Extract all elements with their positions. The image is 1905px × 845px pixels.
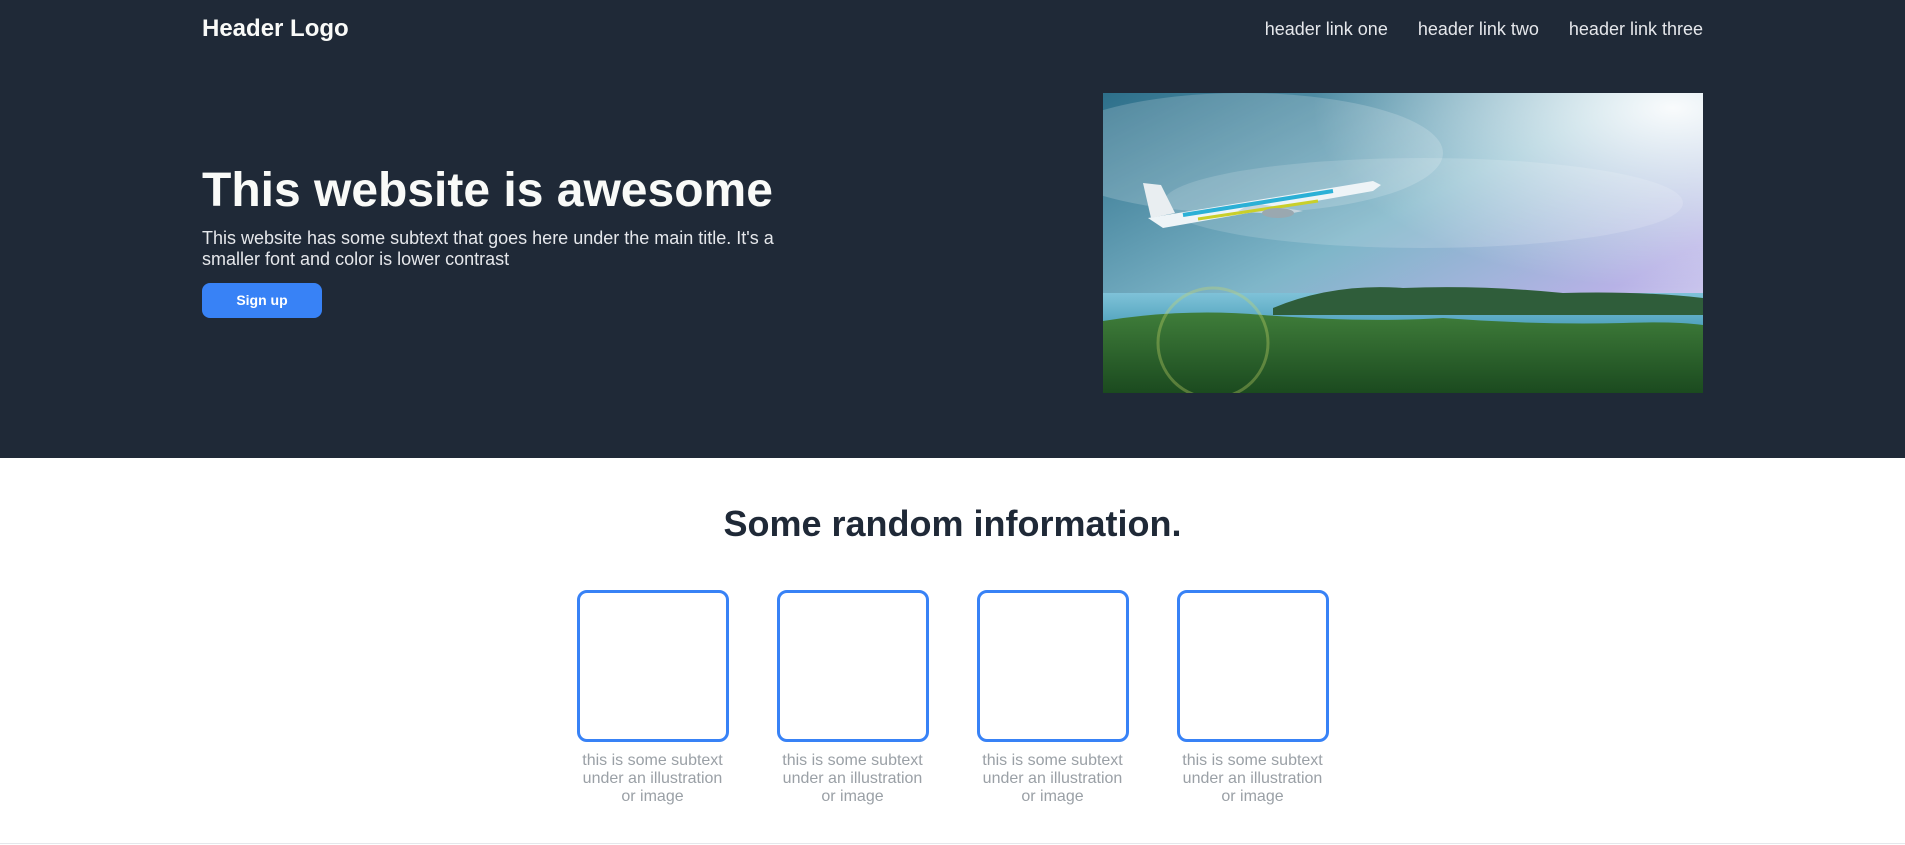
card-subtext: this is some subtext under an illustrati… — [582, 752, 723, 805]
header-link-two[interactable]: header link two — [1418, 19, 1539, 40]
header-logo[interactable]: Header Logo — [202, 15, 349, 43]
illustration-placeholder — [1176, 590, 1329, 742]
hero-subtitle: This website has some subtext that goes … — [202, 227, 774, 270]
cards-row: this is some subtext under an illustrati… — [0, 590, 1905, 806]
info-card: this is some subtext under an illustrati… — [976, 590, 1129, 806]
header: Header Logo header link one header link … — [202, 0, 1703, 58]
header-link-three[interactable]: header link three — [1569, 19, 1703, 40]
hero-image — [1103, 93, 1703, 393]
info-card: this is some subtext under an illustrati… — [576, 590, 729, 806]
info-section: Some random information. this is some su… — [0, 458, 1905, 806]
signup-button[interactable]: Sign up — [202, 282, 322, 318]
airplane-photo — [1103, 93, 1703, 393]
illustration-placeholder — [976, 590, 1129, 742]
info-card: this is some subtext under an illustrati… — [1176, 590, 1329, 806]
hero-section: Header Logo header link one header link … — [0, 0, 1905, 458]
info-title: Some random information. — [723, 503, 1182, 544]
card-subtext: this is some subtext under an illustrati… — [982, 752, 1123, 805]
illustration-placeholder — [776, 590, 929, 742]
info-card: this is some subtext under an illustrati… — [776, 590, 929, 806]
card-subtext: this is some subtext under an illustrati… — [1182, 752, 1323, 805]
section-divider — [0, 843, 1905, 844]
header-nav: header link one header link two header l… — [1265, 19, 1703, 40]
hero-text: This website is awesome This website has… — [202, 164, 822, 318]
card-subtext: this is some subtext under an illustrati… — [782, 752, 923, 805]
illustration-placeholder — [576, 590, 729, 742]
hero-title: This website is awesome — [202, 164, 773, 217]
header-link-one[interactable]: header link one — [1265, 19, 1388, 40]
